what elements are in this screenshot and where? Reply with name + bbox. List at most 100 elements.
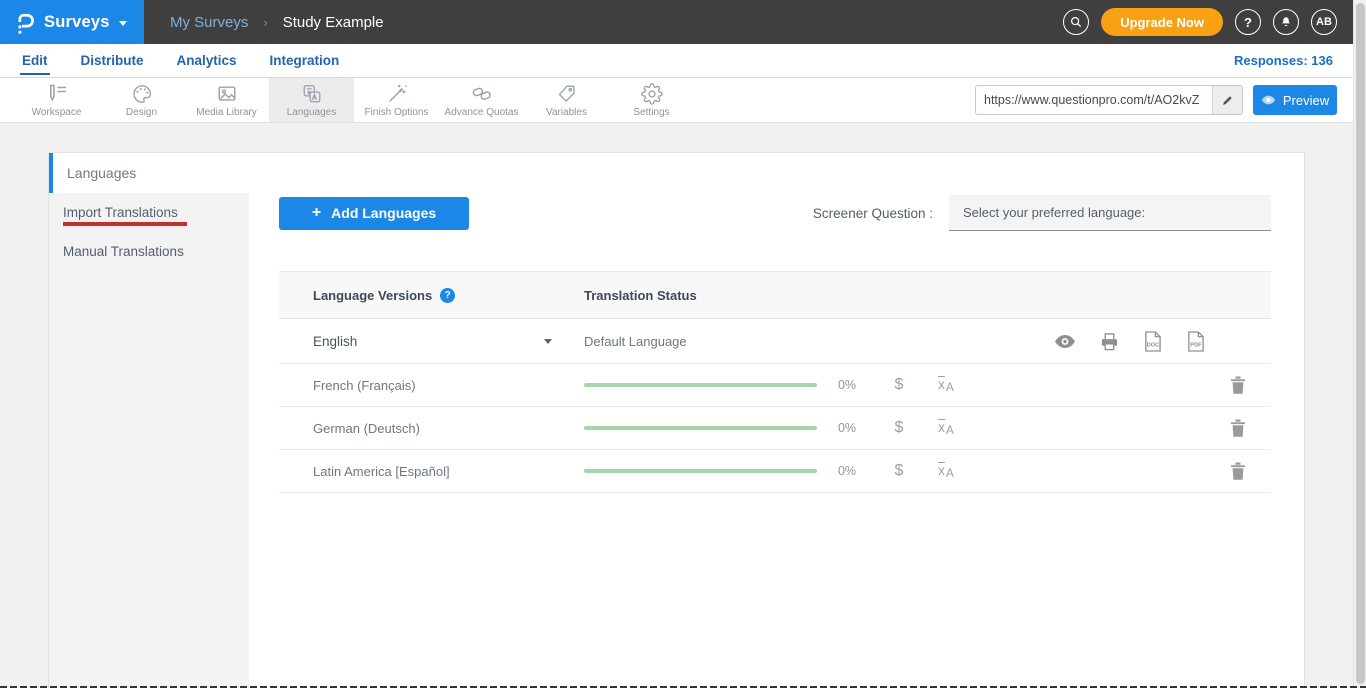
- language-name: German (Deutsch): [279, 421, 584, 436]
- delete-language-button[interactable]: [1230, 376, 1246, 394]
- survey-url-input[interactable]: [976, 86, 1212, 114]
- tab-edit[interactable]: Edit: [20, 46, 50, 75]
- trash-icon: [1230, 376, 1246, 394]
- breadcrumb-current: Study Example: [283, 14, 384, 31]
- sidebar-item-languages[interactable]: Languages: [49, 153, 249, 193]
- trash-icon: [1230, 419, 1246, 437]
- plus-icon: +: [312, 204, 321, 222]
- help-button[interactable]: ?: [1235, 9, 1261, 35]
- screener-question-select[interactable]: Select your preferred language:: [949, 195, 1271, 231]
- toolbar-item-design[interactable]: Design: [99, 78, 184, 122]
- table-row-language: German (Deutsch) 0% $ xA: [279, 407, 1271, 450]
- upgrade-now-button[interactable]: Upgrade Now: [1101, 8, 1223, 36]
- svg-text:PDF: PDF: [1190, 342, 1202, 348]
- paid-translation-button[interactable]: $: [895, 376, 904, 394]
- sidebar-item-manual-translations[interactable]: Manual Translations: [49, 232, 249, 271]
- panel-controls: + Add Languages Screener Question : Sele…: [279, 195, 1271, 231]
- table-row-language: Latin America [Español] 0% $ xA: [279, 450, 1271, 493]
- trash-icon: [1230, 462, 1246, 480]
- search-icon: [1069, 15, 1083, 29]
- tag-icon: [556, 82, 578, 105]
- delete-language-button[interactable]: [1230, 419, 1246, 437]
- delete-language-button[interactable]: [1230, 462, 1246, 480]
- translation-percent: 0%: [838, 378, 856, 392]
- toolbar-item-media-library[interactable]: Media Library: [184, 78, 269, 122]
- edit-toolbar: Workspace Design Media Library: [0, 78, 1366, 123]
- palette-icon: [131, 82, 153, 105]
- sidebar-item-import-translations[interactable]: Import Translations: [49, 193, 249, 232]
- languages-sidebar: Languages Import Translations Manual Tra…: [49, 153, 249, 688]
- default-language-select[interactable]: English: [279, 334, 584, 349]
- preview-button[interactable]: Preview: [1253, 85, 1337, 115]
- eye-icon: [1261, 95, 1276, 105]
- topbar: Surveys My Surveys › Study Example Upgra…: [0, 0, 1366, 44]
- print-button[interactable]: [1100, 332, 1119, 351]
- auto-translate-button[interactable]: xA: [938, 376, 954, 394]
- search-button[interactable]: [1063, 9, 1089, 35]
- paid-translation-button[interactable]: $: [895, 419, 904, 437]
- toolbar-item-advance-quotas[interactable]: Advance Quotas: [439, 78, 524, 122]
- responses-count[interactable]: Responses: 136: [1234, 53, 1333, 68]
- gear-icon: [641, 82, 663, 105]
- printer-icon: [1100, 332, 1119, 351]
- table-header-row: Language Versions ? Translation Status: [279, 272, 1271, 319]
- toolbar-item-variables[interactable]: Variables: [524, 78, 609, 122]
- export-doc-button[interactable]: DOC: [1143, 331, 1162, 352]
- default-language-actions: DOC PDF: [817, 331, 1271, 352]
- doc-file-icon: DOC: [1143, 331, 1162, 352]
- translate-icon: [301, 82, 323, 105]
- questionpro-logo-icon: [12, 10, 35, 35]
- screener-question-group: Screener Question : Select your preferre…: [813, 195, 1271, 231]
- tab-integration[interactable]: Integration: [268, 46, 342, 75]
- add-languages-button[interactable]: + Add Languages: [279, 197, 469, 230]
- view-survey-button[interactable]: [1054, 334, 1076, 349]
- scrollbar-track: [1353, 0, 1366, 688]
- translation-progress-bar: [584, 469, 817, 473]
- screener-question-label: Screener Question :: [813, 206, 933, 221]
- scrollbar-thumb[interactable]: [1356, 3, 1365, 684]
- table-row-language: French (Français) 0% $ xA: [279, 364, 1271, 407]
- survey-nav: Edit Distribute Analytics Integration Re…: [0, 44, 1366, 78]
- survey-url-box: [975, 85, 1243, 115]
- avatar[interactable]: AB: [1311, 9, 1337, 35]
- toolbar-item-finish-options[interactable]: Finish Options: [354, 78, 439, 122]
- translation-percent: 0%: [838, 464, 856, 478]
- export-pdf-button[interactable]: PDF: [1186, 331, 1205, 352]
- notifications-button[interactable]: [1273, 9, 1299, 35]
- content-area: Languages Import Translations Manual Tra…: [0, 123, 1366, 688]
- help-icon[interactable]: ?: [440, 288, 455, 303]
- svg-text:DOC: DOC: [1147, 342, 1160, 348]
- topbar-actions: Upgrade Now ? AB: [1063, 0, 1337, 44]
- pdf-file-icon: PDF: [1186, 331, 1205, 352]
- chevron-down-icon: [544, 339, 552, 344]
- column-translation-status: Translation Status: [584, 288, 1271, 303]
- bell-icon: [1279, 15, 1293, 30]
- breadcrumb: My Surveys › Study Example: [170, 14, 384, 31]
- column-language-versions: Language Versions: [313, 288, 432, 303]
- toolbar-item-settings[interactable]: Settings: [609, 78, 694, 122]
- default-language-status: Default Language: [584, 334, 817, 349]
- eye-icon: [1054, 334, 1076, 349]
- tab-analytics[interactable]: Analytics: [175, 46, 239, 75]
- auto-translate-button[interactable]: xA: [938, 462, 954, 480]
- languages-table: Language Versions ? Translation Status E…: [279, 271, 1271, 493]
- translation-progress-bar: [584, 426, 817, 430]
- breadcrumb-my-surveys[interactable]: My Surveys: [170, 14, 248, 31]
- workspace-icon: [46, 82, 68, 105]
- languages-panel: + Add Languages Screener Question : Sele…: [249, 153, 1304, 688]
- language-name: Latin America [Español]: [279, 464, 584, 479]
- image-icon: [216, 82, 238, 105]
- pencil-icon: [1221, 94, 1234, 107]
- magic-wand-icon: [386, 82, 408, 105]
- translation-progress-bar: [584, 383, 817, 387]
- translation-percent: 0%: [838, 421, 856, 435]
- surveys-menu-label: Surveys: [44, 13, 110, 32]
- sidebar-menu: Import Translations Manual Translations: [49, 193, 249, 688]
- surveys-app-menu[interactable]: Surveys: [0, 0, 144, 44]
- paid-translation-button[interactable]: $: [895, 462, 904, 480]
- toolbar-item-languages[interactable]: Languages: [269, 78, 354, 122]
- toolbar-item-workspace[interactable]: Workspace: [14, 78, 99, 122]
- tab-distribute[interactable]: Distribute: [79, 46, 146, 75]
- auto-translate-button[interactable]: xA: [938, 419, 954, 437]
- edit-url-button[interactable]: [1212, 86, 1242, 114]
